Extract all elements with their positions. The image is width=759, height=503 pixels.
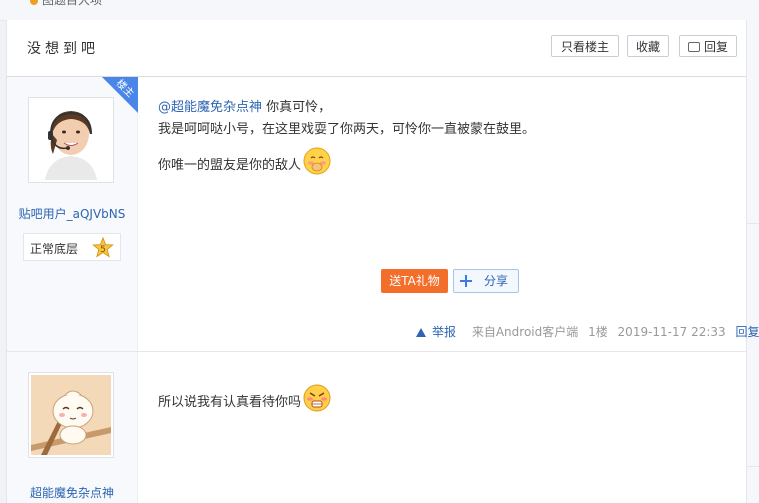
content-line-1: 所以说我有认真看待你吗 <box>158 384 331 414</box>
warning-icon <box>416 328 426 337</box>
thread-header: 没想到吧 只看楼主 收藏 回复 <box>7 20 746 77</box>
post-content: 所以说我有认真看待你吗 <box>158 372 331 414</box>
content-line-3: 你唯一的盟友是你的敌人 <box>158 147 535 177</box>
collect-button[interactable]: 收藏 <box>627 35 669 57</box>
avatar-image <box>31 100 111 180</box>
only-host-button[interactable]: 只看楼主 <box>551 35 619 57</box>
report-link[interactable]: 举报 <box>416 325 462 339</box>
thread-title: 没想到吧 <box>27 41 99 57</box>
post-time: 2019-11-17 22:33 <box>617 325 726 339</box>
top-strip: 图题目大项 <box>0 0 759 21</box>
floor-number: 1楼 <box>588 325 608 339</box>
reply-link[interactable]: 回复 <box>736 325 759 339</box>
author-name[interactable]: 超能魔免杂点神 <box>7 484 137 501</box>
send-gift-button[interactable]: 送TA礼物 <box>381 269 448 293</box>
shy-face-emoji-icon <box>303 147 331 175</box>
content-line-1: @超能魔免杂点神 你真可怜， <box>158 97 535 119</box>
reply-button[interactable]: 回复 <box>679 35 737 57</box>
thread-container: 没想到吧 只看楼主 收藏 回复 贴吧用户_aQJVbNS 正常底层 5 楼主 @… <box>6 20 759 503</box>
post-floor-2: 超能魔免杂点神 所以说我有认真看待你吗 <box>7 352 746 503</box>
level-badge-box[interactable]: 正常底层 5 <box>23 233 121 261</box>
author-name[interactable]: 贴吧用户_aQJVbNS <box>7 205 137 222</box>
content-line-2: 我是呵呵哒小号，在这里戏耍了你两天，可怜你一直被蒙在鼓里。 <box>158 122 536 137</box>
avatar-image <box>31 375 111 455</box>
level-number: 5 <box>100 245 106 255</box>
content-line-3-text: 你唯一的盟友是你的敌人 <box>158 158 302 173</box>
plus-icon <box>460 275 472 287</box>
right-sidebar-edge <box>745 20 759 503</box>
post-floor-1: 贴吧用户_aQJVbNS 正常底层 5 楼主 @超能魔免杂点神 你真可怜， 我是… <box>7 77 759 352</box>
post-tail: 举报 来自Android客户端 1楼 2019-11-17 22:33 回复 <box>416 323 759 339</box>
share-button[interactable]: 分享 <box>453 269 519 293</box>
level-name: 正常底层 <box>30 242 79 256</box>
angry-face-emoji-icon <box>303 384 331 412</box>
share-label: 分享 <box>484 274 509 288</box>
top-strip-text: 图题目大项 <box>42 0 103 7</box>
content-line-1-rest: 你真可怜， <box>262 100 332 115</box>
content-line-1-text: 所以说我有认真看待你吗 <box>158 395 302 410</box>
author-panel: 超能魔免杂点神 <box>7 352 138 503</box>
mention-link[interactable]: @超能魔免杂点神 <box>158 100 262 115</box>
host-badge: 楼主 <box>102 77 138 113</box>
post-source: 来自Android客户端 <box>471 325 579 339</box>
bullet-icon <box>30 0 38 5</box>
avatar[interactable] <box>28 372 114 458</box>
level-star-icon: 5 <box>92 237 114 258</box>
comment-icon <box>687 42 700 52</box>
reply-button-label: 回复 <box>703 40 728 54</box>
post-content: @超能魔免杂点神 你真可怜， 我是呵呵哒小号，在这里戏耍了你两天，可怜你一直被蒙… <box>158 97 535 177</box>
author-panel: 贴吧用户_aQJVbNS 正常底层 5 <box>7 77 138 351</box>
